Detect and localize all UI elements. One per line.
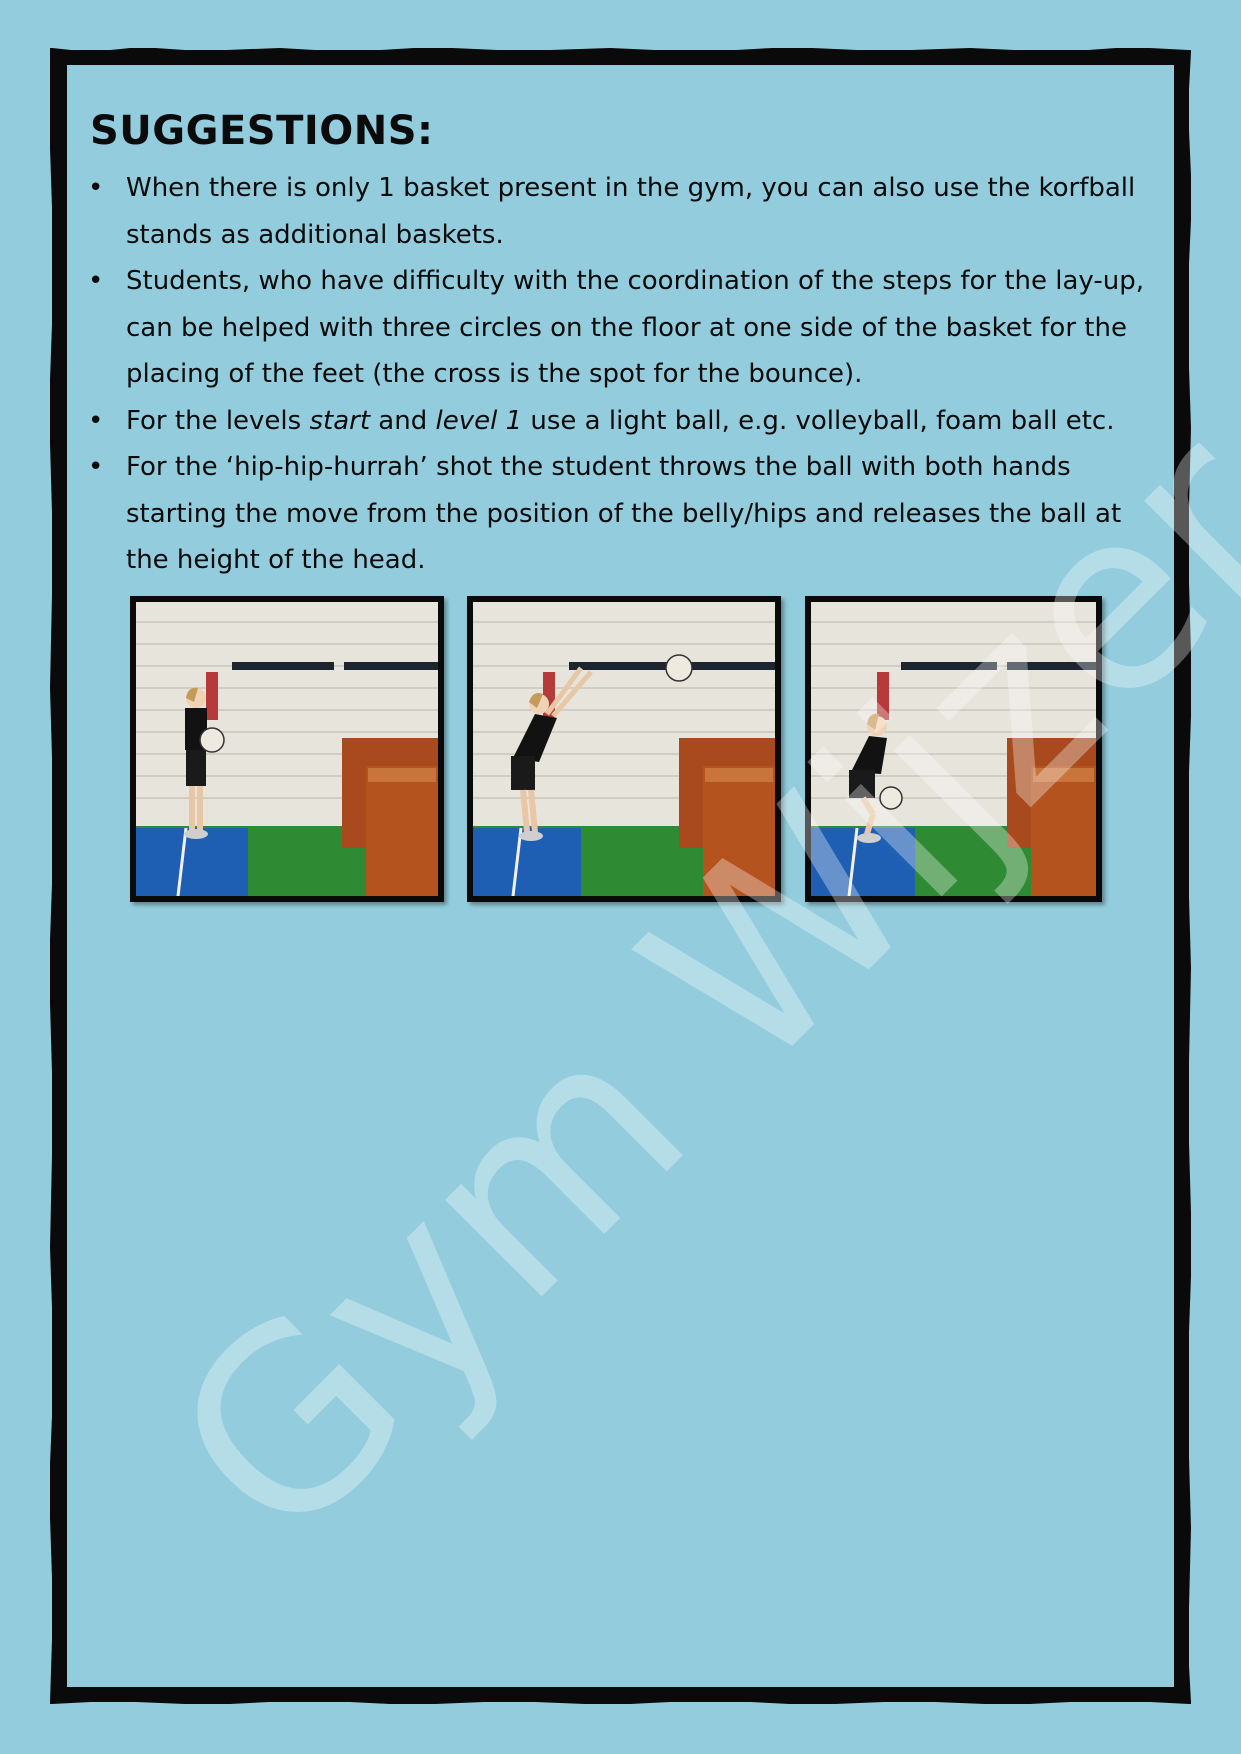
page-title: SUGGESTIONS: xyxy=(90,108,434,154)
text-segment: For the levels xyxy=(126,405,310,436)
text-segment: use a light ball, e.g. volleyball, foam … xyxy=(522,405,1115,436)
level-start-term: start xyxy=(309,405,371,436)
suggestion-list: • When there is only 1 basket present in… xyxy=(88,165,1168,584)
suggestion-text: For the ‘hip-hip-hurrah’ shot the studen… xyxy=(126,452,1122,575)
bullet-icon: • xyxy=(88,405,104,436)
bullet-icon: • xyxy=(88,173,104,203)
photo-ball-release xyxy=(467,596,781,902)
bullet-icon: • xyxy=(88,266,104,296)
suggestion-text: When there is only 1 basket present in t… xyxy=(126,173,1136,250)
level-1-term: level 1 xyxy=(435,405,523,436)
suggestion-text: Students, who have difficulty with the c… xyxy=(126,266,1144,389)
photo-standing-with-ball xyxy=(130,596,444,902)
list-item: • For the levels start and level 1 use a… xyxy=(88,398,1168,445)
text-segment: and xyxy=(370,405,436,436)
suggestion-text: For the levels start and level 1 use a l… xyxy=(126,406,1115,436)
list-item: • Students, who have difficulty with the… xyxy=(88,258,1168,398)
list-item: • For the ‘hip-hip-hurrah’ shot the stud… xyxy=(88,444,1168,584)
list-item: • When there is only 1 basket present in… xyxy=(88,165,1168,258)
photo-crouched-start xyxy=(805,596,1102,902)
bullet-icon: • xyxy=(88,452,104,482)
